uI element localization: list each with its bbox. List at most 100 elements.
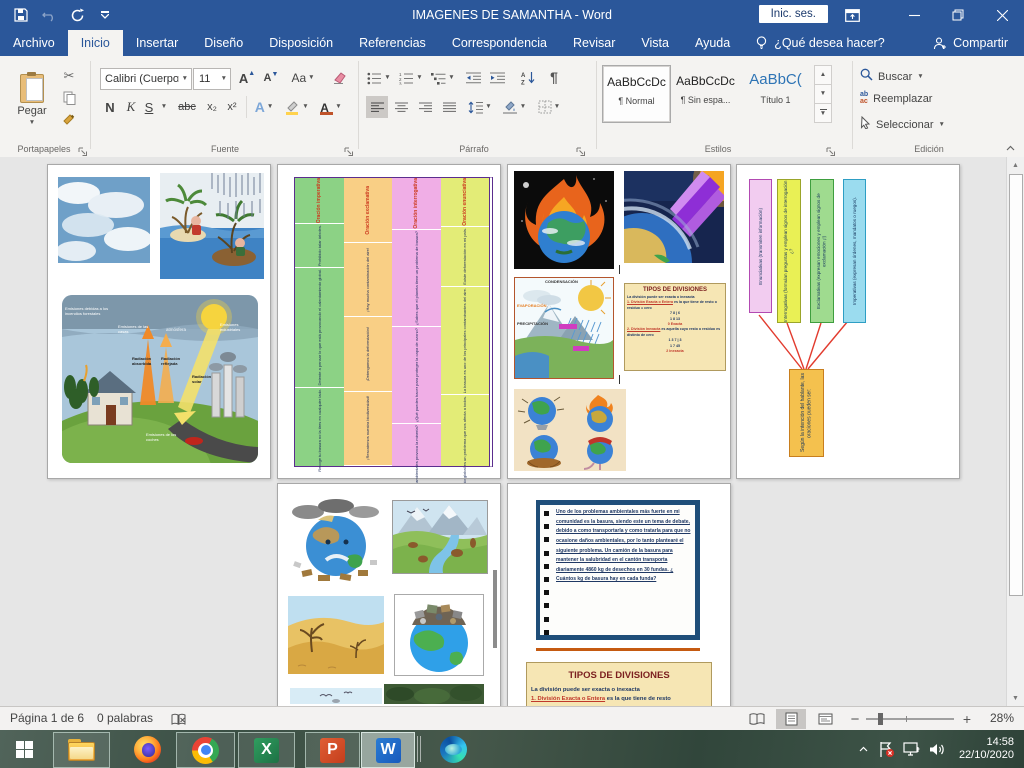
zoom-out-button[interactable]: −: [846, 709, 864, 729]
cut-icon[interactable]: ✂: [58, 66, 80, 86]
divisions-panel-large[interactable]: TIPOS DE DIVISIONES La división puede se…: [526, 662, 712, 706]
shrink-font-button[interactable]: A▼: [260, 67, 282, 89]
excel-taskbar-icon[interactable]: X: [238, 732, 295, 768]
concept-box-enunciativas[interactable]: Enunciativas (transmiten información): [749, 179, 772, 313]
grow-font-button[interactable]: A▲: [236, 67, 258, 89]
start-button[interactable]: [0, 730, 48, 768]
collapse-ribbon-icon[interactable]: [1002, 141, 1018, 155]
print-layout-icon[interactable]: [776, 709, 806, 729]
replace-button[interactable]: ab ac Reemplazar: [860, 92, 932, 105]
sign-in-button[interactable]: Inic. ses.: [759, 5, 828, 23]
align-center-button[interactable]: [390, 96, 412, 118]
styles-gallery-more-icon[interactable]: ▼: [814, 103, 832, 123]
bold-button[interactable]: N: [100, 96, 120, 118]
text-effects-button[interactable]: A▼: [252, 96, 276, 118]
earth-sunrays-image[interactable]: [624, 171, 724, 263]
firefox-taskbar-icon[interactable]: [122, 732, 172, 766]
scroll-up-icon[interactable]: ▲: [1007, 157, 1024, 173]
doc-page-2[interactable]: Oración imperativa Prohibido talar árbol…: [277, 164, 501, 479]
greenhouse-effect-diagram[interactable]: Emisiones debidas a los incendios forest…: [62, 295, 258, 463]
taskbar-clock[interactable]: 14:58 22/10/2020: [959, 736, 1014, 762]
concept-box-imperativas[interactable]: Imperativas (expresan órdenes, mandatos …: [843, 179, 866, 323]
scroll-down-icon[interactable]: ▼: [1007, 690, 1024, 706]
tray-security-flag-icon[interactable]: [874, 741, 899, 758]
style-normal[interactable]: AaBbCcDc ¶ Normal: [602, 65, 671, 123]
zoom-level[interactable]: 28%: [990, 711, 1014, 725]
file-explorer-taskbar-icon[interactable]: [53, 732, 110, 768]
tab-insertar[interactable]: Insertar: [123, 30, 191, 56]
document-canvas[interactable]: Emisiones debidas a los incendios forest…: [0, 157, 1024, 706]
four-earths-image[interactable]: [514, 389, 626, 471]
tab-inicio[interactable]: Inicio: [68, 30, 123, 56]
tab-archivo[interactable]: Archivo: [0, 30, 68, 56]
scrollbar-thumb[interactable]: [1009, 174, 1023, 596]
concept-box-exclamativas[interactable]: Exclamativas (expresan emociones y emple…: [810, 179, 834, 323]
tray-show-hidden-icon[interactable]: [854, 746, 874, 752]
restore-button[interactable]: [936, 0, 980, 30]
tab-revisar[interactable]: Revisar: [560, 30, 628, 56]
word-taskbar-icon[interactable]: W: [361, 732, 415, 768]
underline-button[interactable]: S: [140, 96, 158, 118]
tab-disposicion[interactable]: Disposición: [256, 30, 346, 56]
justify-button[interactable]: [438, 96, 460, 118]
forest-partial-image[interactable]: [384, 684, 484, 704]
highlight-button[interactable]: ▼: [282, 96, 312, 118]
strikethrough-button[interactable]: abc: [174, 96, 200, 118]
styles-scroll-up-icon[interactable]: ▲: [814, 65, 832, 85]
shading-button[interactable]: ▼: [500, 96, 528, 118]
tab-referencias[interactable]: Referencias: [346, 30, 439, 56]
read-mode-icon[interactable]: [742, 709, 772, 729]
tray-volume-icon[interactable]: [925, 742, 951, 757]
select-button[interactable]: Seleccionar ▼: [860, 116, 945, 134]
ribbon-display-options-icon[interactable]: [832, 0, 872, 30]
tell-me-box[interactable]: ¿Qué desea hacer?: [743, 30, 898, 56]
vertical-scrollbar[interactable]: ▲ ▼: [1006, 157, 1024, 706]
tray-network-icon[interactable]: [899, 741, 925, 757]
garbage-earth-image[interactable]: [394, 594, 484, 676]
change-case-button[interactable]: Aa▼: [288, 67, 318, 89]
style-no-spacing[interactable]: AaBbCcDc ¶ Sin espa...: [672, 65, 739, 121]
earth-on-fire-image[interactable]: [514, 171, 614, 269]
clipboard-dialog-launcher-icon[interactable]: [78, 144, 88, 154]
doc-page-1[interactable]: Emisiones debidas a los incendios forest…: [47, 164, 271, 479]
format-painter-icon[interactable]: [58, 110, 80, 130]
paragraph-dialog-launcher-icon[interactable]: [576, 144, 586, 154]
multilevel-list-button[interactable]: ▼: [430, 67, 456, 89]
font-dialog-launcher-icon[interactable]: [344, 144, 354, 154]
font-name-combobox[interactable]: Calibri (Cuerpo ▼: [100, 68, 192, 90]
zoom-in-button[interactable]: +: [958, 709, 976, 729]
powerpoint-taskbar-icon[interactable]: P: [305, 732, 360, 768]
doc-page-6[interactable]: Uno de los problemas ambientales más fue…: [507, 483, 731, 706]
valley-animals-image[interactable]: [392, 500, 488, 574]
share-button[interactable]: Compartir: [920, 30, 1024, 56]
style-heading1[interactable]: AaBbC( Título 1: [742, 65, 809, 121]
save-icon[interactable]: [8, 0, 34, 30]
styles-dialog-launcher-icon[interactable]: [826, 144, 836, 154]
edge-taskbar-icon[interactable]: [428, 732, 478, 766]
align-right-button[interactable]: [414, 96, 436, 118]
align-left-button[interactable]: [366, 96, 388, 118]
show-marks-button[interactable]: ¶: [544, 66, 564, 88]
increase-indent-icon[interactable]: [486, 67, 508, 89]
sentence-types-table[interactable]: Oración imperativa Prohibido talar árbol…: [294, 177, 493, 467]
customize-quick-access-icon[interactable]: [92, 0, 118, 30]
tab-correspondencia[interactable]: Correspondencia: [439, 30, 560, 56]
line-spacing-button[interactable]: ▼: [466, 96, 494, 118]
tab-ayuda[interactable]: Ayuda: [682, 30, 743, 56]
problem-notebook-frame[interactable]: Uno de los problemas ambientales más fue…: [536, 500, 700, 640]
copy-icon[interactable]: [58, 88, 80, 108]
underline-chevron-icon[interactable]: ▼: [158, 96, 170, 118]
font-color-button[interactable]: A ▼: [316, 96, 346, 118]
close-button[interactable]: [980, 0, 1024, 30]
numbering-button[interactable]: 123▼: [398, 67, 424, 89]
doc-page-4[interactable]: Enunciativas (transmiten información) In…: [736, 164, 960, 479]
word-count[interactable]: 0 palabras: [97, 711, 153, 725]
doc-page-3[interactable]: CONDENSACIÓN EVAPORACIÓN PRECIPITACIÓN T…: [507, 164, 731, 479]
page-indicator[interactable]: Página 1 de 6: [10, 711, 84, 725]
sort-icon[interactable]: AZ: [516, 67, 540, 89]
find-button[interactable]: Buscar ▼: [860, 68, 924, 86]
undo-icon[interactable]: [36, 0, 62, 30]
font-size-combobox[interactable]: 11 ▼: [193, 68, 231, 90]
tab-diseno[interactable]: Diseño: [191, 30, 256, 56]
clear-formatting-icon[interactable]: [328, 67, 352, 89]
